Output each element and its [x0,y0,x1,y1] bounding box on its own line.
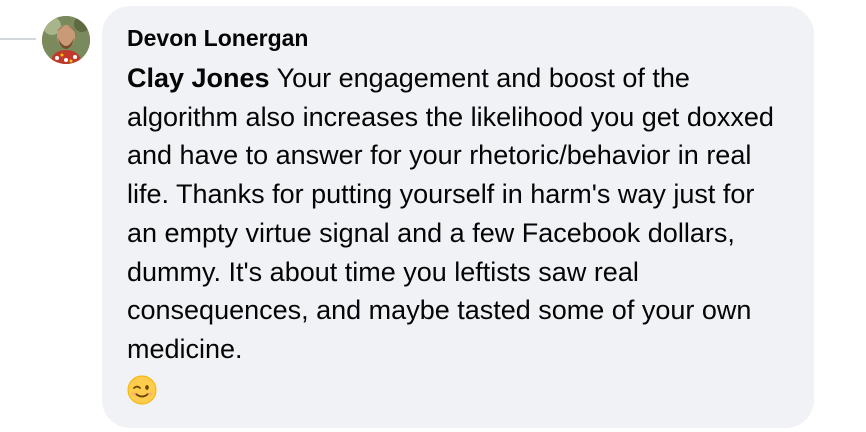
comment-text: Your engagement and boost of the algorit… [127,63,774,364]
avatar[interactable] [42,16,90,64]
thread-connector-line [0,38,36,40]
mention-link[interactable]: Clay Jones [127,63,270,93]
comment-body: Clay Jones Your engagement and boost of … [127,59,787,409]
comment-thread: Devon Lonergan Clay Jones Your engagemen… [0,0,866,432]
comment-bubble: Devon Lonergan Clay Jones Your engagemen… [102,6,814,428]
comment-author[interactable]: Devon Lonergan [127,24,788,52]
winking-face-emoji-icon [127,375,157,405]
